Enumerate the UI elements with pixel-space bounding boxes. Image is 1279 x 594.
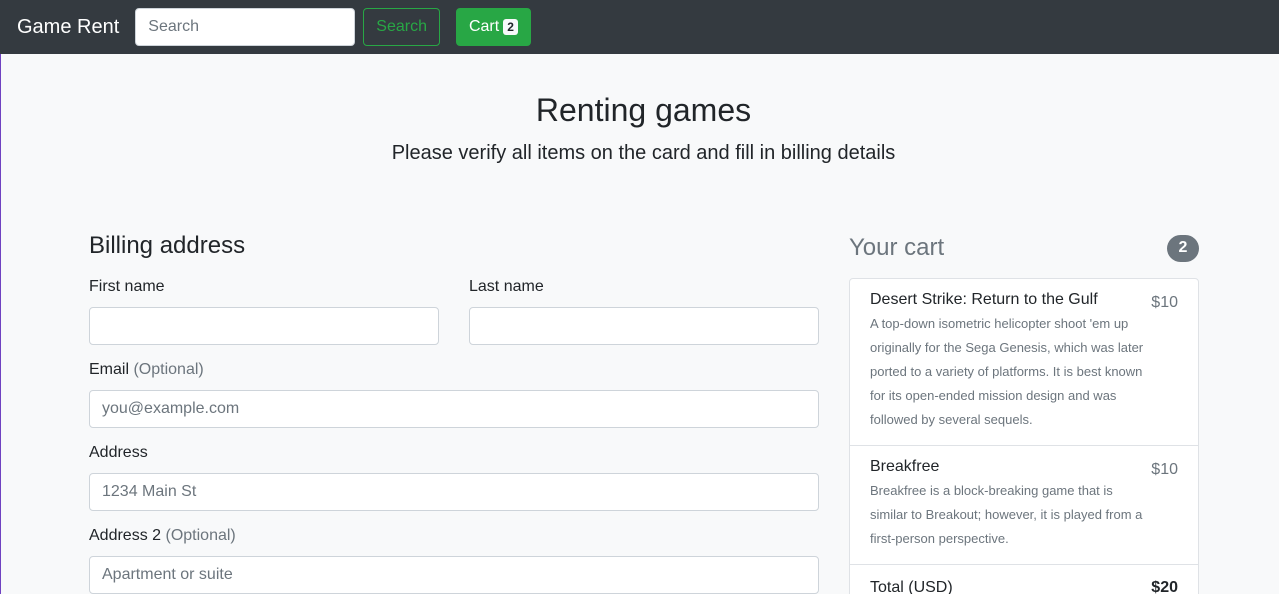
cart-panel: Your cart 2 Desert Strike: Return to the… [849,232,1199,594]
address2-label: Address 2 (Optional) [89,527,819,547]
search-input[interactable] [135,8,356,46]
cart-item: Desert Strike: Return to the Gulf A top-… [850,279,1198,446]
address-group: Address [89,444,819,511]
cart-item-price: $10 [1151,461,1178,478]
cart-item-count-badge: 2 [1167,234,1199,262]
cart-item-description: Breakfree is a block-breaking game that … [870,483,1143,546]
address-label: Address [89,444,148,461]
last-name-group: Last name [469,278,819,345]
brand-link[interactable]: Game Rent [17,16,119,39]
cart-button-label: Cart [468,18,500,35]
cart-count-badge: 2 [503,19,518,35]
page-left-border [0,54,1,594]
cart-item: Breakfree Breakfree is a block-breaking … [850,446,1198,565]
cart-item-description: A top-down isometric helicopter shoot 'e… [870,316,1144,427]
email-optional-text: (Optional) [133,361,204,378]
email-label-text: Email [89,361,130,378]
cart-item-name: Desert Strike: Return to the Gulf [870,291,1098,308]
cart-item-price: $10 [1151,294,1178,311]
cart-item-name: Breakfree [870,458,940,475]
cart-button[interactable]: Cart 2 [455,8,531,46]
last-name-input[interactable] [469,307,819,345]
cart-total-row: Total (USD) $20 [850,565,1198,594]
page-title: Renting games [535,92,752,128]
first-name-input[interactable] [89,307,439,345]
cart-list: Desert Strike: Return to the Gulf A top-… [849,278,1199,594]
email-group: Email (Optional) [89,361,819,428]
address2-label-text: Address 2 [89,527,162,544]
first-name-label: First name [89,278,165,295]
address2-optional-text: (Optional) [165,527,236,544]
top-navbar: Game Rent Search Cart 2 [0,0,1279,54]
billing-heading: Billing address [89,232,246,259]
address2-group: Address 2 (Optional) [89,527,819,594]
email-input[interactable] [89,390,819,428]
cart-total-label: Total (USD) [870,579,953,594]
cart-total-value: $20 [1151,579,1178,594]
cart-header: Your cart 2 [849,232,1199,264]
cart-heading: Your cart [849,234,945,261]
first-name-group: First name [89,278,439,345]
address2-input[interactable] [89,556,819,594]
name-row: First name Last name [89,278,819,345]
search-button[interactable]: Search [363,8,440,46]
billing-form: Billing address First name Last name Ema… [89,232,819,594]
last-name-label: Last name [469,278,544,295]
page-lead: Please verify all items on the card and … [391,142,896,164]
email-label: Email (Optional) [89,361,819,381]
address-input[interactable] [89,473,819,511]
